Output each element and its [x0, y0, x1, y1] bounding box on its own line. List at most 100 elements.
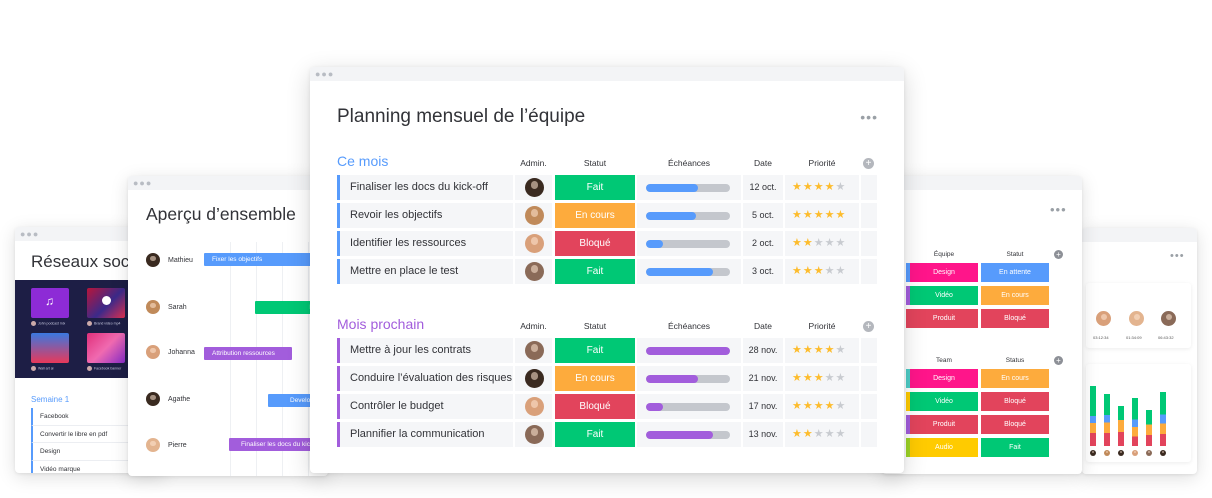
column-header: Status — [1005, 357, 1025, 364]
team-cell[interactable]: Produit — [910, 309, 978, 328]
status-cell[interactable]: En attente — [981, 263, 1049, 282]
stacked-bar — [1146, 410, 1152, 446]
status-cell[interactable]: En cours — [981, 369, 1049, 388]
media-tile-banner[interactable] — [87, 333, 125, 363]
media-tile-art[interactable] — [31, 333, 69, 363]
task-name[interactable]: Mettre en place le test — [337, 259, 513, 284]
task-name[interactable]: Contrôler le budget — [337, 394, 513, 419]
progress-fill — [646, 346, 730, 355]
deadline-cell[interactable] — [637, 422, 741, 447]
table-row[interactable]: Revoir les objectifs En cours 5 oct. ★★★… — [337, 203, 877, 228]
deadline-cell[interactable] — [637, 203, 741, 228]
more-options-icon[interactable]: ••• — [860, 109, 878, 125]
add-column-icon[interactable]: + — [863, 321, 874, 332]
table-row[interactable]: Mettre en place le test Fait 3 oct. ★★★★… — [337, 259, 877, 284]
deadline-cell[interactable] — [637, 366, 741, 391]
avatar — [525, 369, 544, 388]
table-row[interactable]: Finaliser les docs du kick-off Fait 12 o… — [337, 175, 877, 200]
priority-rating[interactable]: ★★★★★ — [785, 338, 859, 363]
date-cell[interactable]: 12 oct. — [743, 175, 783, 200]
admin-cell[interactable] — [515, 394, 552, 419]
date-cell[interactable]: 13 nov. — [743, 422, 783, 447]
task-name[interactable]: Finaliser les docs du kick-off — [337, 175, 513, 200]
add-column-icon[interactable]: + — [863, 158, 874, 169]
priority-rating[interactable]: ★★★★★ — [785, 394, 859, 419]
date-cell[interactable]: 5 oct. — [743, 203, 783, 228]
table-row[interactable]: Plannifier la communication Fait 13 nov.… — [337, 422, 877, 447]
status-cell[interactable]: Bloqué — [555, 394, 635, 419]
admin-cell[interactable] — [515, 422, 552, 447]
table-row[interactable]: Identifier les ressources Bloqué 2 oct. … — [337, 231, 877, 256]
avatar — [146, 253, 160, 267]
status-cell[interactable]: En cours — [555, 366, 635, 391]
team-cell[interactable]: Vidéo — [910, 392, 978, 411]
stacked-bar — [1118, 406, 1124, 446]
priority-rating[interactable]: ★★★★★ — [785, 231, 859, 256]
group-title-next-month[interactable]: Mois prochain — [337, 316, 424, 332]
deadline-cell[interactable] — [637, 338, 741, 363]
media-tile-video[interactable] — [87, 288, 125, 318]
window-dots-icon: ●●● — [315, 69, 335, 79]
more-options-icon[interactable]: ••• — [1170, 250, 1185, 262]
status-cell[interactable]: En cours — [555, 203, 635, 228]
more-options-icon[interactable]: ••• — [1050, 202, 1067, 217]
progress-fill — [646, 430, 714, 439]
admin-cell[interactable] — [515, 338, 552, 363]
status-cell[interactable]: Fait — [981, 438, 1049, 457]
date-cell[interactable]: 17 nov. — [743, 394, 783, 419]
date-cell[interactable]: 28 nov. — [743, 338, 783, 363]
avatar — [1090, 450, 1096, 456]
status-cell[interactable]: Fait — [555, 175, 635, 200]
date-cell[interactable]: 3 oct. — [743, 259, 783, 284]
admin-cell[interactable] — [515, 175, 552, 200]
media-tile-caption: John podcast mix — [31, 321, 65, 326]
table-row[interactable]: Conduire l’évaluation des risques En cou… — [337, 366, 877, 391]
team-cell[interactable]: Audio — [910, 438, 978, 457]
status-cell[interactable]: Bloqué — [981, 392, 1049, 411]
admin-cell[interactable] — [515, 203, 552, 228]
admin-cell[interactable] — [515, 259, 552, 284]
task-name[interactable]: Conduire l’évaluation des risques — [337, 366, 513, 391]
media-tile-caption: Brand video mp4 — [87, 321, 120, 326]
add-column-icon[interactable]: + — [1054, 250, 1063, 259]
date-cell[interactable]: 21 nov. — [743, 366, 783, 391]
table-row[interactable]: Mettre à jour les contrats Fait 28 nov. … — [337, 338, 877, 363]
table-row[interactable]: Contrôler le budget Bloqué 17 nov. ★★★★★ — [337, 394, 877, 419]
media-tile-music[interactable]: ♫ — [31, 288, 69, 318]
workload-chart — [1086, 364, 1191, 462]
group-title-this-month[interactable]: Ce mois — [337, 153, 388, 169]
priority-rating[interactable]: ★★★★★ — [785, 422, 859, 447]
team-cell[interactable]: Design — [910, 263, 978, 282]
deadline-cell[interactable] — [637, 175, 741, 200]
admin-cell[interactable] — [515, 366, 552, 391]
status-cell[interactable]: Fait — [555, 338, 635, 363]
deadline-cell[interactable] — [637, 259, 741, 284]
deadline-cell[interactable] — [637, 394, 741, 419]
avatar — [1096, 311, 1111, 326]
admin-cell[interactable] — [515, 231, 552, 256]
status-cell[interactable]: Bloqué — [981, 415, 1049, 434]
team-cell[interactable]: Design — [910, 369, 978, 388]
status-cell[interactable]: Fait — [555, 259, 635, 284]
task-name[interactable]: Revoir les objectifs — [337, 203, 513, 228]
deadline-cell[interactable] — [637, 231, 741, 256]
team-cell[interactable]: Vidéo — [910, 286, 978, 305]
priority-rating[interactable]: ★★★★★ — [785, 259, 859, 284]
task-name[interactable]: Identifier les ressources — [337, 231, 513, 256]
stacked-bar — [1104, 394, 1110, 446]
priority-rating[interactable]: ★★★★★ — [785, 366, 859, 391]
task-name[interactable]: Plannifier la communication — [337, 422, 513, 447]
status-cell[interactable]: Bloqué — [555, 231, 635, 256]
add-column-icon[interactable]: + — [1054, 356, 1063, 365]
status-cell[interactable]: Bloqué — [981, 309, 1049, 328]
team-cell[interactable]: Produit — [910, 415, 978, 434]
task-name[interactable]: Mettre à jour les contrats — [337, 338, 513, 363]
priority-rating[interactable]: ★★★★★ — [785, 175, 859, 200]
date-cell[interactable]: 2 oct. — [743, 231, 783, 256]
priority-rating[interactable]: ★★★★★ — [785, 203, 859, 228]
window-dots-icon: ●●● — [133, 178, 153, 188]
status-cell[interactable]: Fait — [555, 422, 635, 447]
status-cell[interactable]: En cours — [981, 286, 1049, 305]
avatar — [1161, 311, 1176, 326]
timeline-bar[interactable]: Attribution ressources — [204, 347, 292, 360]
